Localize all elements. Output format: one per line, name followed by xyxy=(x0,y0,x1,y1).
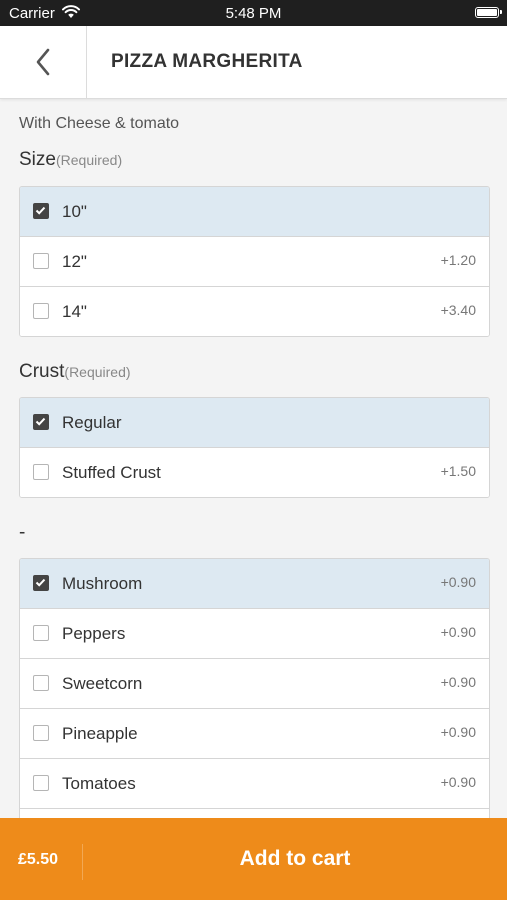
option-price: +0.90 xyxy=(440,774,476,790)
toppings-options: Mushroom +0.90 Peppers +0.90 Sweetcorn +… xyxy=(19,558,490,818)
checkmark-icon xyxy=(35,578,46,587)
checkbox-checked[interactable] xyxy=(33,575,49,591)
option-label: 10" xyxy=(62,202,87,221)
crust-option-regular[interactable]: Regular xyxy=(20,398,489,448)
battery-icon xyxy=(475,7,502,18)
nav-bar: PIZZA MARGHERITA xyxy=(0,26,507,99)
option-label: Pineapple xyxy=(62,724,138,743)
size-option-12[interactable]: 12" +1.20 xyxy=(20,237,489,287)
size-option-10[interactable]: 10" xyxy=(20,187,489,237)
item-description: With Cheese & tomato xyxy=(19,115,180,132)
option-label: Sweetcorn xyxy=(62,674,143,693)
checkbox-checked[interactable] xyxy=(33,203,49,219)
checkbox[interactable] xyxy=(33,253,49,269)
option-price: +0.90 xyxy=(440,574,476,590)
option-label: Mushroom xyxy=(62,574,143,593)
topping-option-sweetcorn[interactable]: Sweetcorn +0.90 xyxy=(20,659,489,709)
topping-option-peppers[interactable]: Peppers +0.90 xyxy=(20,609,489,659)
option-price: +0.90 xyxy=(440,724,476,740)
checkbox[interactable] xyxy=(33,725,49,741)
checkbox[interactable] xyxy=(33,464,49,480)
size-option-14[interactable]: 14" +3.40 xyxy=(20,287,489,336)
crust-section-title: Crust(Required) xyxy=(19,361,131,383)
toppings-section-title: - xyxy=(19,522,26,543)
option-price: +3.40 xyxy=(440,302,476,318)
bottom-bar: £5.50 Add to cart xyxy=(0,818,507,900)
item-options-scroll[interactable]: With Cheese & tomato Size(Required) 10" … xyxy=(0,99,507,818)
checkbox[interactable] xyxy=(33,625,49,641)
size-required-label: (Required) xyxy=(55,152,123,168)
checkbox[interactable] xyxy=(33,675,49,691)
page-title: PIZZA MARGHERITA xyxy=(111,51,303,72)
option-label: Regular xyxy=(62,413,122,432)
size-section-title: Size(Required) xyxy=(19,149,122,171)
option-label: Tomatoes xyxy=(62,774,136,793)
option-label: Peppers xyxy=(62,624,126,643)
crust-option-stuffed[interactable]: Stuffed Crust +1.50 xyxy=(20,448,489,497)
topping-option-partial[interactable] xyxy=(20,809,489,818)
option-price: +1.50 xyxy=(440,463,476,479)
crust-options: Regular Stuffed Crust +1.50 xyxy=(19,397,490,498)
topping-option-pineapple[interactable]: Pineapple +0.90 xyxy=(20,709,489,759)
status-bar: Carrier 5:48 PM xyxy=(0,0,507,26)
option-price: +0.90 xyxy=(440,624,476,640)
crust-required-label: (Required) xyxy=(64,364,131,380)
option-label: 14" xyxy=(62,302,87,321)
back-button[interactable] xyxy=(0,26,87,98)
topping-option-tomatoes[interactable]: Tomatoes +0.90 xyxy=(20,759,489,809)
checkbox[interactable] xyxy=(33,303,49,319)
checkmark-icon xyxy=(35,206,46,215)
add-to-cart-button[interactable]: Add to cart xyxy=(83,818,507,900)
chevron-left-icon xyxy=(36,48,50,76)
option-price: +1.20 xyxy=(440,252,476,268)
option-label: 12" xyxy=(62,252,87,271)
option-label: Stuffed Crust xyxy=(62,463,161,482)
size-options: 10" 12" +1.20 14" +3.40 xyxy=(19,186,490,337)
size-title-label: Size xyxy=(19,149,56,170)
total-price: £5.50 xyxy=(18,851,59,868)
checkbox[interactable] xyxy=(33,775,49,791)
checkmark-icon xyxy=(35,417,46,426)
status-time: 5:48 PM xyxy=(225,5,282,22)
crust-title-label: Crust xyxy=(19,361,65,382)
option-price: +0.90 xyxy=(440,674,476,690)
checkbox-checked[interactable] xyxy=(33,414,49,430)
topping-option-mushroom[interactable]: Mushroom +0.90 xyxy=(20,559,489,609)
